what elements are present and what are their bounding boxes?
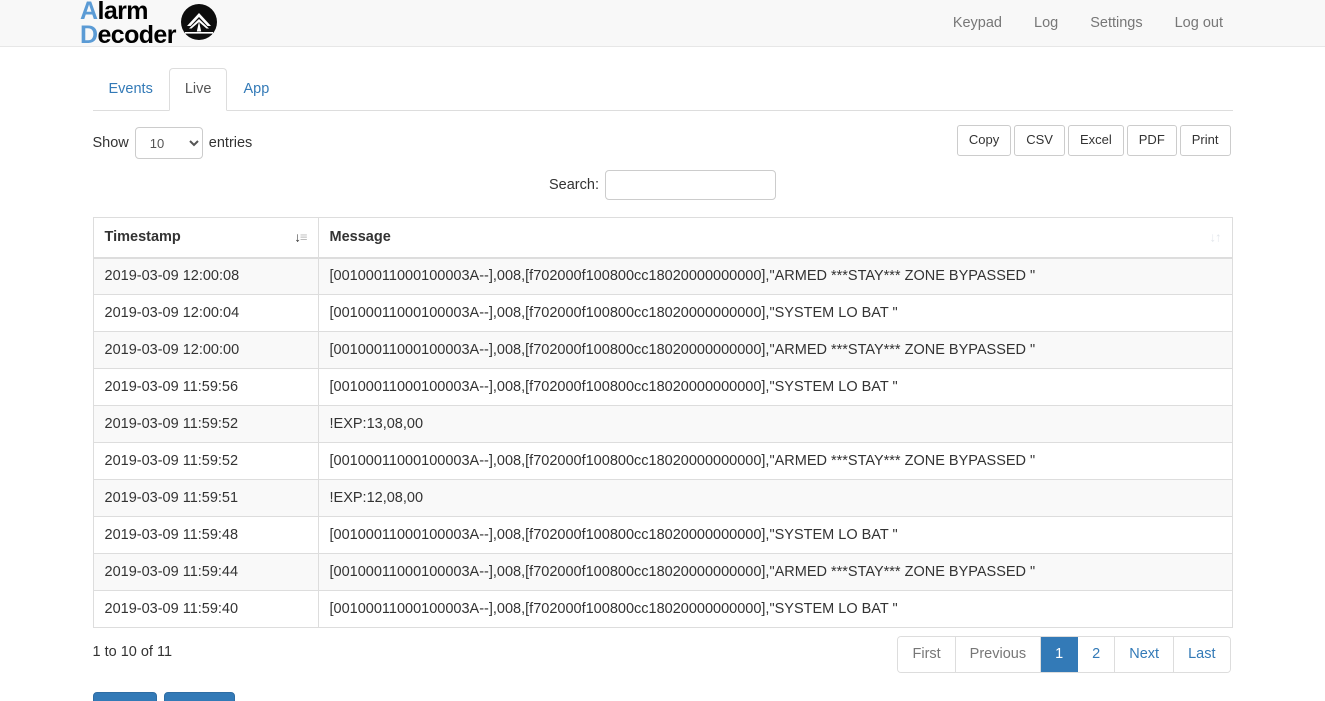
cell-message: [00100011000100003A--],008,[f702000f1008… bbox=[318, 258, 1232, 295]
cell-message: [00100011000100003A--],008,[f702000f1008… bbox=[318, 295, 1232, 332]
top-navbar: Alarm Decoder Keypad Log Settings Log ou… bbox=[0, 0, 1325, 47]
table-row[interactable]: 2019-03-09 11:59:44 [00100011000100003A-… bbox=[93, 554, 1232, 591]
table-row[interactable]: 2019-03-09 12:00:04 [00100011000100003A-… bbox=[93, 295, 1232, 332]
column-header-message[interactable]: Message ↓↑ bbox=[318, 218, 1232, 258]
pagination-previous[interactable]: Previous bbox=[956, 637, 1041, 672]
cell-message: [00100011000100003A--],008,[f702000f1008… bbox=[318, 369, 1232, 406]
nav-link-logout[interactable]: Log out bbox=[1159, 0, 1239, 46]
sort-desc-icon: ↓≡ bbox=[294, 231, 306, 244]
cell-message: [00100011000100003A--],008,[f702000f1008… bbox=[318, 332, 1232, 369]
cell-message: [00100011000100003A--],008,[f702000f1008… bbox=[318, 554, 1232, 591]
column-header-timestamp-label: Timestamp bbox=[105, 229, 181, 245]
pagination: First Previous 1 2 Next Last bbox=[897, 636, 1230, 673]
column-header-message-label: Message bbox=[330, 229, 391, 245]
table-row[interactable]: 2019-03-09 12:00:08 [00100011000100003A-… bbox=[93, 258, 1232, 295]
cell-timestamp: 2019-03-09 11:59:48 bbox=[93, 517, 318, 554]
table-body: 2019-03-09 12:00:08 [00100011000100003A-… bbox=[93, 258, 1232, 628]
brand-line-decoder: Decoder bbox=[80, 23, 176, 47]
table-footer: 1 to 10 of 11 First Previous 1 2 Next La… bbox=[93, 636, 1233, 684]
tab-bar: Events Live App bbox=[93, 69, 1233, 111]
tab-live[interactable]: Live bbox=[169, 68, 228, 111]
pagination-page-1[interactable]: 1 bbox=[1041, 637, 1078, 672]
cell-timestamp: 2019-03-09 11:59:52 bbox=[93, 443, 318, 480]
table-controls: Show 10 25 50 100 entries Copy CSV Excel… bbox=[93, 121, 1233, 167]
nav-link-keypad[interactable]: Keypad bbox=[937, 0, 1018, 46]
entries-label: entries bbox=[209, 135, 253, 151]
pause-button[interactable]: Pause bbox=[164, 692, 235, 701]
table-info: 1 to 10 of 11 bbox=[93, 644, 173, 660]
navbar-links: Keypad Log Settings Log out bbox=[937, 0, 1239, 46]
action-button-group: Clear Pause bbox=[93, 692, 1233, 701]
print-button[interactable]: Print bbox=[1180, 125, 1231, 156]
pagination-page-2[interactable]: 2 bbox=[1078, 637, 1115, 672]
brand-wordmark: Alarm Decoder bbox=[80, 0, 176, 47]
cell-message: [00100011000100003A--],008,[f702000f1008… bbox=[318, 443, 1232, 480]
cell-message: [00100011000100003A--],008,[f702000f1008… bbox=[318, 591, 1232, 628]
csv-button[interactable]: CSV bbox=[1014, 125, 1065, 156]
table-head: Timestamp ↓≡ Message ↓↑ bbox=[93, 218, 1232, 258]
alarmdecoder-logo-icon bbox=[180, 3, 218, 46]
table-row[interactable]: 2019-03-09 12:00:00 [00100011000100003A-… bbox=[93, 332, 1232, 369]
sort-none-icon: ↓↑ bbox=[1210, 231, 1221, 244]
live-log-table: Timestamp ↓≡ Message ↓↑ 2019-03-09 12:00… bbox=[93, 217, 1233, 628]
pagination-first[interactable]: First bbox=[898, 637, 955, 672]
nav-link-log[interactable]: Log bbox=[1018, 0, 1074, 46]
copy-button[interactable]: Copy bbox=[957, 125, 1011, 156]
main-container: Events Live App Show 10 25 50 100 entrie… bbox=[93, 47, 1233, 701]
excel-button[interactable]: Excel bbox=[1068, 125, 1124, 156]
search-input[interactable] bbox=[605, 170, 776, 200]
table-row[interactable]: 2019-03-09 11:59:56 [00100011000100003A-… bbox=[93, 369, 1232, 406]
tab-events[interactable]: Events bbox=[93, 68, 169, 111]
show-label: Show bbox=[93, 135, 129, 151]
cell-timestamp: 2019-03-09 12:00:00 bbox=[93, 332, 318, 369]
pagination-next[interactable]: Next bbox=[1115, 637, 1174, 672]
brand-line-alarm: Alarm bbox=[80, 0, 176, 23]
search-control: Search: bbox=[93, 165, 1233, 205]
table-row[interactable]: 2019-03-09 11:59:52 [00100011000100003A-… bbox=[93, 443, 1232, 480]
cell-timestamp: 2019-03-09 11:59:51 bbox=[93, 480, 318, 517]
search-label: Search: bbox=[549, 177, 599, 193]
table-row[interactable]: 2019-03-09 11:59:52 !EXP:13,08,00 bbox=[93, 406, 1232, 443]
page-length-control: Show 10 25 50 100 entries bbox=[93, 127, 253, 159]
pdf-button[interactable]: PDF bbox=[1127, 125, 1177, 156]
table-row[interactable]: 2019-03-09 11:59:51 !EXP:12,08,00 bbox=[93, 480, 1232, 517]
brand-text-ecoder: ecoder bbox=[97, 21, 175, 49]
cell-timestamp: 2019-03-09 12:00:08 bbox=[93, 258, 318, 295]
table-row[interactable]: 2019-03-09 11:59:48 [00100011000100003A-… bbox=[93, 517, 1232, 554]
pagination-last[interactable]: Last bbox=[1174, 637, 1229, 672]
brand-letter-d: D bbox=[80, 21, 97, 49]
cell-timestamp: 2019-03-09 11:59:44 bbox=[93, 554, 318, 591]
cell-message: !EXP:13,08,00 bbox=[318, 406, 1232, 443]
nav-link-settings[interactable]: Settings bbox=[1074, 0, 1158, 46]
tab-app[interactable]: App bbox=[227, 68, 285, 111]
cell-message: !EXP:12,08,00 bbox=[318, 480, 1232, 517]
brand-logo-link[interactable]: Alarm Decoder bbox=[80, 0, 218, 48]
cell-timestamp: 2019-03-09 11:59:52 bbox=[93, 406, 318, 443]
column-header-timestamp[interactable]: Timestamp ↓≡ bbox=[93, 218, 318, 258]
table-header-row: Timestamp ↓≡ Message ↓↑ bbox=[93, 218, 1232, 258]
cell-timestamp: 2019-03-09 12:00:04 bbox=[93, 295, 318, 332]
table-row[interactable]: 2019-03-09 11:59:40 [00100011000100003A-… bbox=[93, 591, 1232, 628]
page-length-select[interactable]: 10 25 50 100 bbox=[135, 127, 203, 159]
cell-message: [00100011000100003A--],008,[f702000f1008… bbox=[318, 517, 1232, 554]
export-button-group: Copy CSV Excel PDF Print bbox=[957, 125, 1231, 156]
cell-timestamp: 2019-03-09 11:59:40 bbox=[93, 591, 318, 628]
cell-timestamp: 2019-03-09 11:59:56 bbox=[93, 369, 318, 406]
clear-button[interactable]: Clear bbox=[93, 692, 158, 701]
